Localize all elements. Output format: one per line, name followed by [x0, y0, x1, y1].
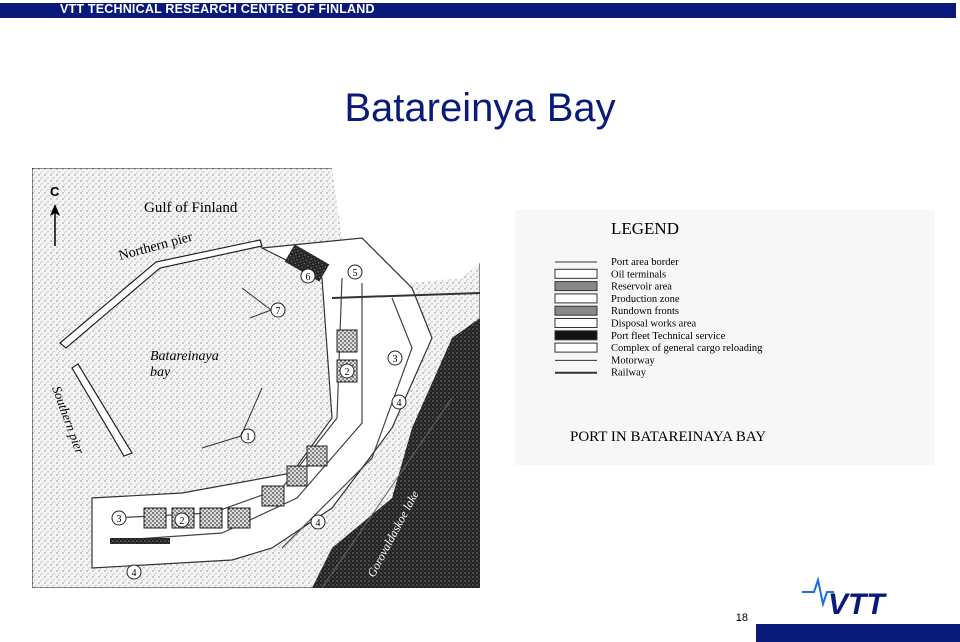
- block-i: [227, 507, 251, 529]
- block-a: [336, 329, 358, 353]
- legend-swatch: [554, 281, 598, 292]
- marker-7: 7: [276, 306, 281, 317]
- legend-swatch: [554, 342, 598, 353]
- marker-2b: 2: [345, 367, 350, 378]
- block-c: [306, 445, 328, 467]
- legend-item: Motorway: [611, 355, 655, 366]
- legend-caption: PORT IN BATAREINAYA BAY: [570, 429, 766, 445]
- legend-item: Railway: [611, 368, 647, 379]
- marker-4a: 4: [397, 398, 402, 409]
- legend-swatch: [554, 330, 598, 341]
- legend-panel: LEGEND Port area borderOil terminals Rese…: [515, 210, 935, 465]
- legend-item: Rundown fronts: [611, 306, 679, 317]
- legend-heading: LEGEND: [611, 219, 679, 238]
- legend-item: Port area border: [611, 257, 679, 268]
- vtt-logo-text: VTT: [828, 588, 887, 618]
- block-e: [261, 485, 285, 507]
- marker-4b: 4: [316, 518, 321, 529]
- block-d: [286, 465, 308, 487]
- marker-4c: 4: [132, 568, 137, 579]
- vtt-logo: VTT: [802, 576, 887, 618]
- block-h: [199, 507, 223, 529]
- compass-label: C: [50, 184, 60, 199]
- marker-3a: 3: [393, 354, 398, 365]
- port-map: C Gulf of Finland Northern pier Batarein…: [32, 168, 480, 588]
- marker-1: 1: [246, 432, 251, 443]
- legend-item: Production zone: [611, 294, 680, 305]
- legend-item: Port fleet Technical service: [611, 331, 726, 342]
- legend-swatch: [554, 293, 598, 304]
- marker-3b: 3: [117, 514, 122, 525]
- legend-swatch: [554, 268, 598, 279]
- marker-5: 5: [353, 268, 358, 279]
- legend-item: Reservoir area: [611, 282, 672, 293]
- legend-item: Oil terminals: [611, 269, 666, 280]
- bay-label-line2: bay: [150, 365, 171, 380]
- legend-item: Disposal works area: [611, 319, 696, 330]
- legend-swatch: [554, 318, 598, 328]
- organization-name: VTT TECHNICAL RESEARCH CENTRE OF FINLAND: [60, 2, 375, 16]
- block-f: [143, 507, 167, 529]
- legend-item: Complex of general cargo reloading: [611, 343, 763, 354]
- footer-band: [756, 624, 960, 642]
- legend-swatch: [554, 305, 598, 316]
- marker-6: 6: [306, 272, 311, 283]
- page-number: 18: [735, 612, 748, 624]
- bay-label-line1: Batareinaya: [150, 349, 219, 364]
- slide-title: Batareinya Bay: [344, 86, 616, 130]
- block-j: [110, 538, 170, 544]
- marker-2a: 2: [180, 516, 185, 527]
- gulf-label: Gulf of Finland: [144, 200, 238, 216]
- header-bar: VTT TECHNICAL RESEARCH CENTRE OF FINLAND: [0, 0, 960, 20]
